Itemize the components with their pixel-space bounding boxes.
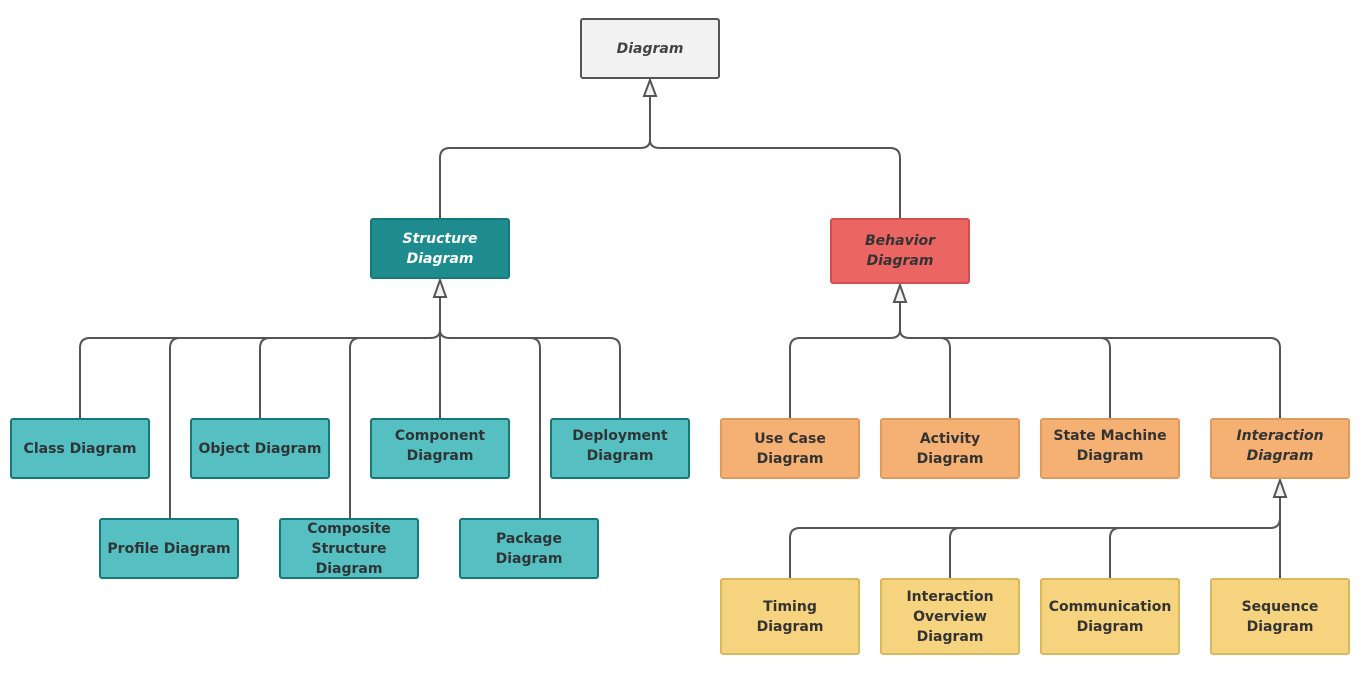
node-label-line: Sequence <box>1241 598 1319 615</box>
connector-usecase <box>789 302 901 418</box>
node-label-line: Diagram <box>916 628 984 645</box>
generalization-arrow-behavior <box>892 281 908 303</box>
node-label: Timing Diagram <box>756 598 824 635</box>
node-interaction-overview-diagram[interactable]: Interaction Overview Diagram <box>880 578 1020 655</box>
node-label-line: Diagram <box>866 253 934 269</box>
node-activity-diagram[interactable]: Activity Diagram <box>880 418 1020 479</box>
node-use-case-diagram[interactable]: Use Case Diagram <box>720 418 860 479</box>
node-deployment-diagram[interactable]: Deployment Diagram <box>550 418 690 479</box>
node-behavior-diagram[interactable]: Behavior Diagram <box>830 218 970 284</box>
connector-behavior-to-diagram <box>649 139 901 218</box>
node-label-line: Deployment <box>572 428 668 444</box>
node-profile-diagram[interactable]: Profile Diagram <box>99 518 239 579</box>
node-label-line: Overview <box>913 608 987 625</box>
connector-profile <box>169 337 181 518</box>
connector-class <box>79 297 441 418</box>
node-interaction-diagram[interactable]: Interaction Diagram <box>1210 418 1350 479</box>
connector-interaction <box>1100 337 1281 418</box>
node-label-line: Diagram <box>406 448 474 464</box>
node-label-line: Composite <box>307 520 391 537</box>
node-label-line: Communication <box>1048 598 1172 615</box>
node-label-line: Diagram <box>586 448 654 464</box>
node-label-line: State Machine <box>1053 428 1167 444</box>
node-label: Profile Diagram <box>107 540 231 557</box>
node-label-line: Diagram <box>406 250 474 267</box>
node-label-line: Behavior <box>864 233 936 249</box>
node-label: Package Diagram <box>495 530 563 567</box>
generalization-arrow-structure <box>432 276 448 298</box>
node-label: Activity Diagram <box>916 430 984 467</box>
node-composite-structure-diagram[interactable]: Composite Structure Diagram <box>279 518 419 579</box>
generalization-arrow-diagram <box>642 77 658 97</box>
node-label: Object Diagram <box>198 440 322 457</box>
diagram-canvas: Diagram Structure Diagram Behavior Diagr… <box>0 0 1370 675</box>
connector-deployment <box>530 337 621 418</box>
node-diagram[interactable]: Diagram <box>580 18 720 79</box>
node-label-line: Structure <box>311 540 387 557</box>
node-label-line: Diagram <box>1076 448 1144 464</box>
node-label: Use Case Diagram <box>754 430 826 467</box>
connector-activity <box>899 329 951 418</box>
connector-overview <box>949 527 961 578</box>
node-timing-diagram[interactable]: Timing Diagram <box>720 578 860 655</box>
node-label-line: Diagram <box>1246 448 1314 464</box>
connector-timing <box>789 497 1281 578</box>
node-label-line: Structure <box>402 230 478 247</box>
node-state-machine-diagram[interactable]: State Machine Diagram <box>1040 418 1180 479</box>
node-label-line: Diagram <box>315 560 383 577</box>
generalization-arrow-interaction <box>1272 476 1288 498</box>
node-sequence-diagram[interactable]: Sequence Diagram <box>1210 578 1350 655</box>
node-label-line: Interaction <box>1236 428 1324 444</box>
node-communication-diagram[interactable]: Communication Diagram <box>1040 578 1180 655</box>
connector-communication <box>1109 527 1121 578</box>
node-label-line: Diagram <box>1076 618 1144 635</box>
node-label-line: Component <box>394 428 486 444</box>
connector-structure-to-diagram <box>439 96 651 218</box>
node-label: Diagram <box>616 40 684 57</box>
node-label: Class Diagram <box>23 440 137 457</box>
connector-composite <box>349 337 361 518</box>
connector-object <box>259 337 271 418</box>
node-class-diagram[interactable]: Class Diagram <box>10 418 150 479</box>
connector-statemachine <box>940 337 1111 418</box>
node-component-diagram[interactable]: Component Diagram <box>370 418 510 479</box>
node-object-diagram[interactable]: Object Diagram <box>190 418 330 479</box>
node-label-line: Diagram <box>1246 618 1314 635</box>
node-structure-diagram[interactable]: Structure Diagram <box>370 218 510 279</box>
node-label-line: Interaction <box>906 588 994 605</box>
node-package-diagram[interactable]: Package Diagram <box>459 518 599 579</box>
